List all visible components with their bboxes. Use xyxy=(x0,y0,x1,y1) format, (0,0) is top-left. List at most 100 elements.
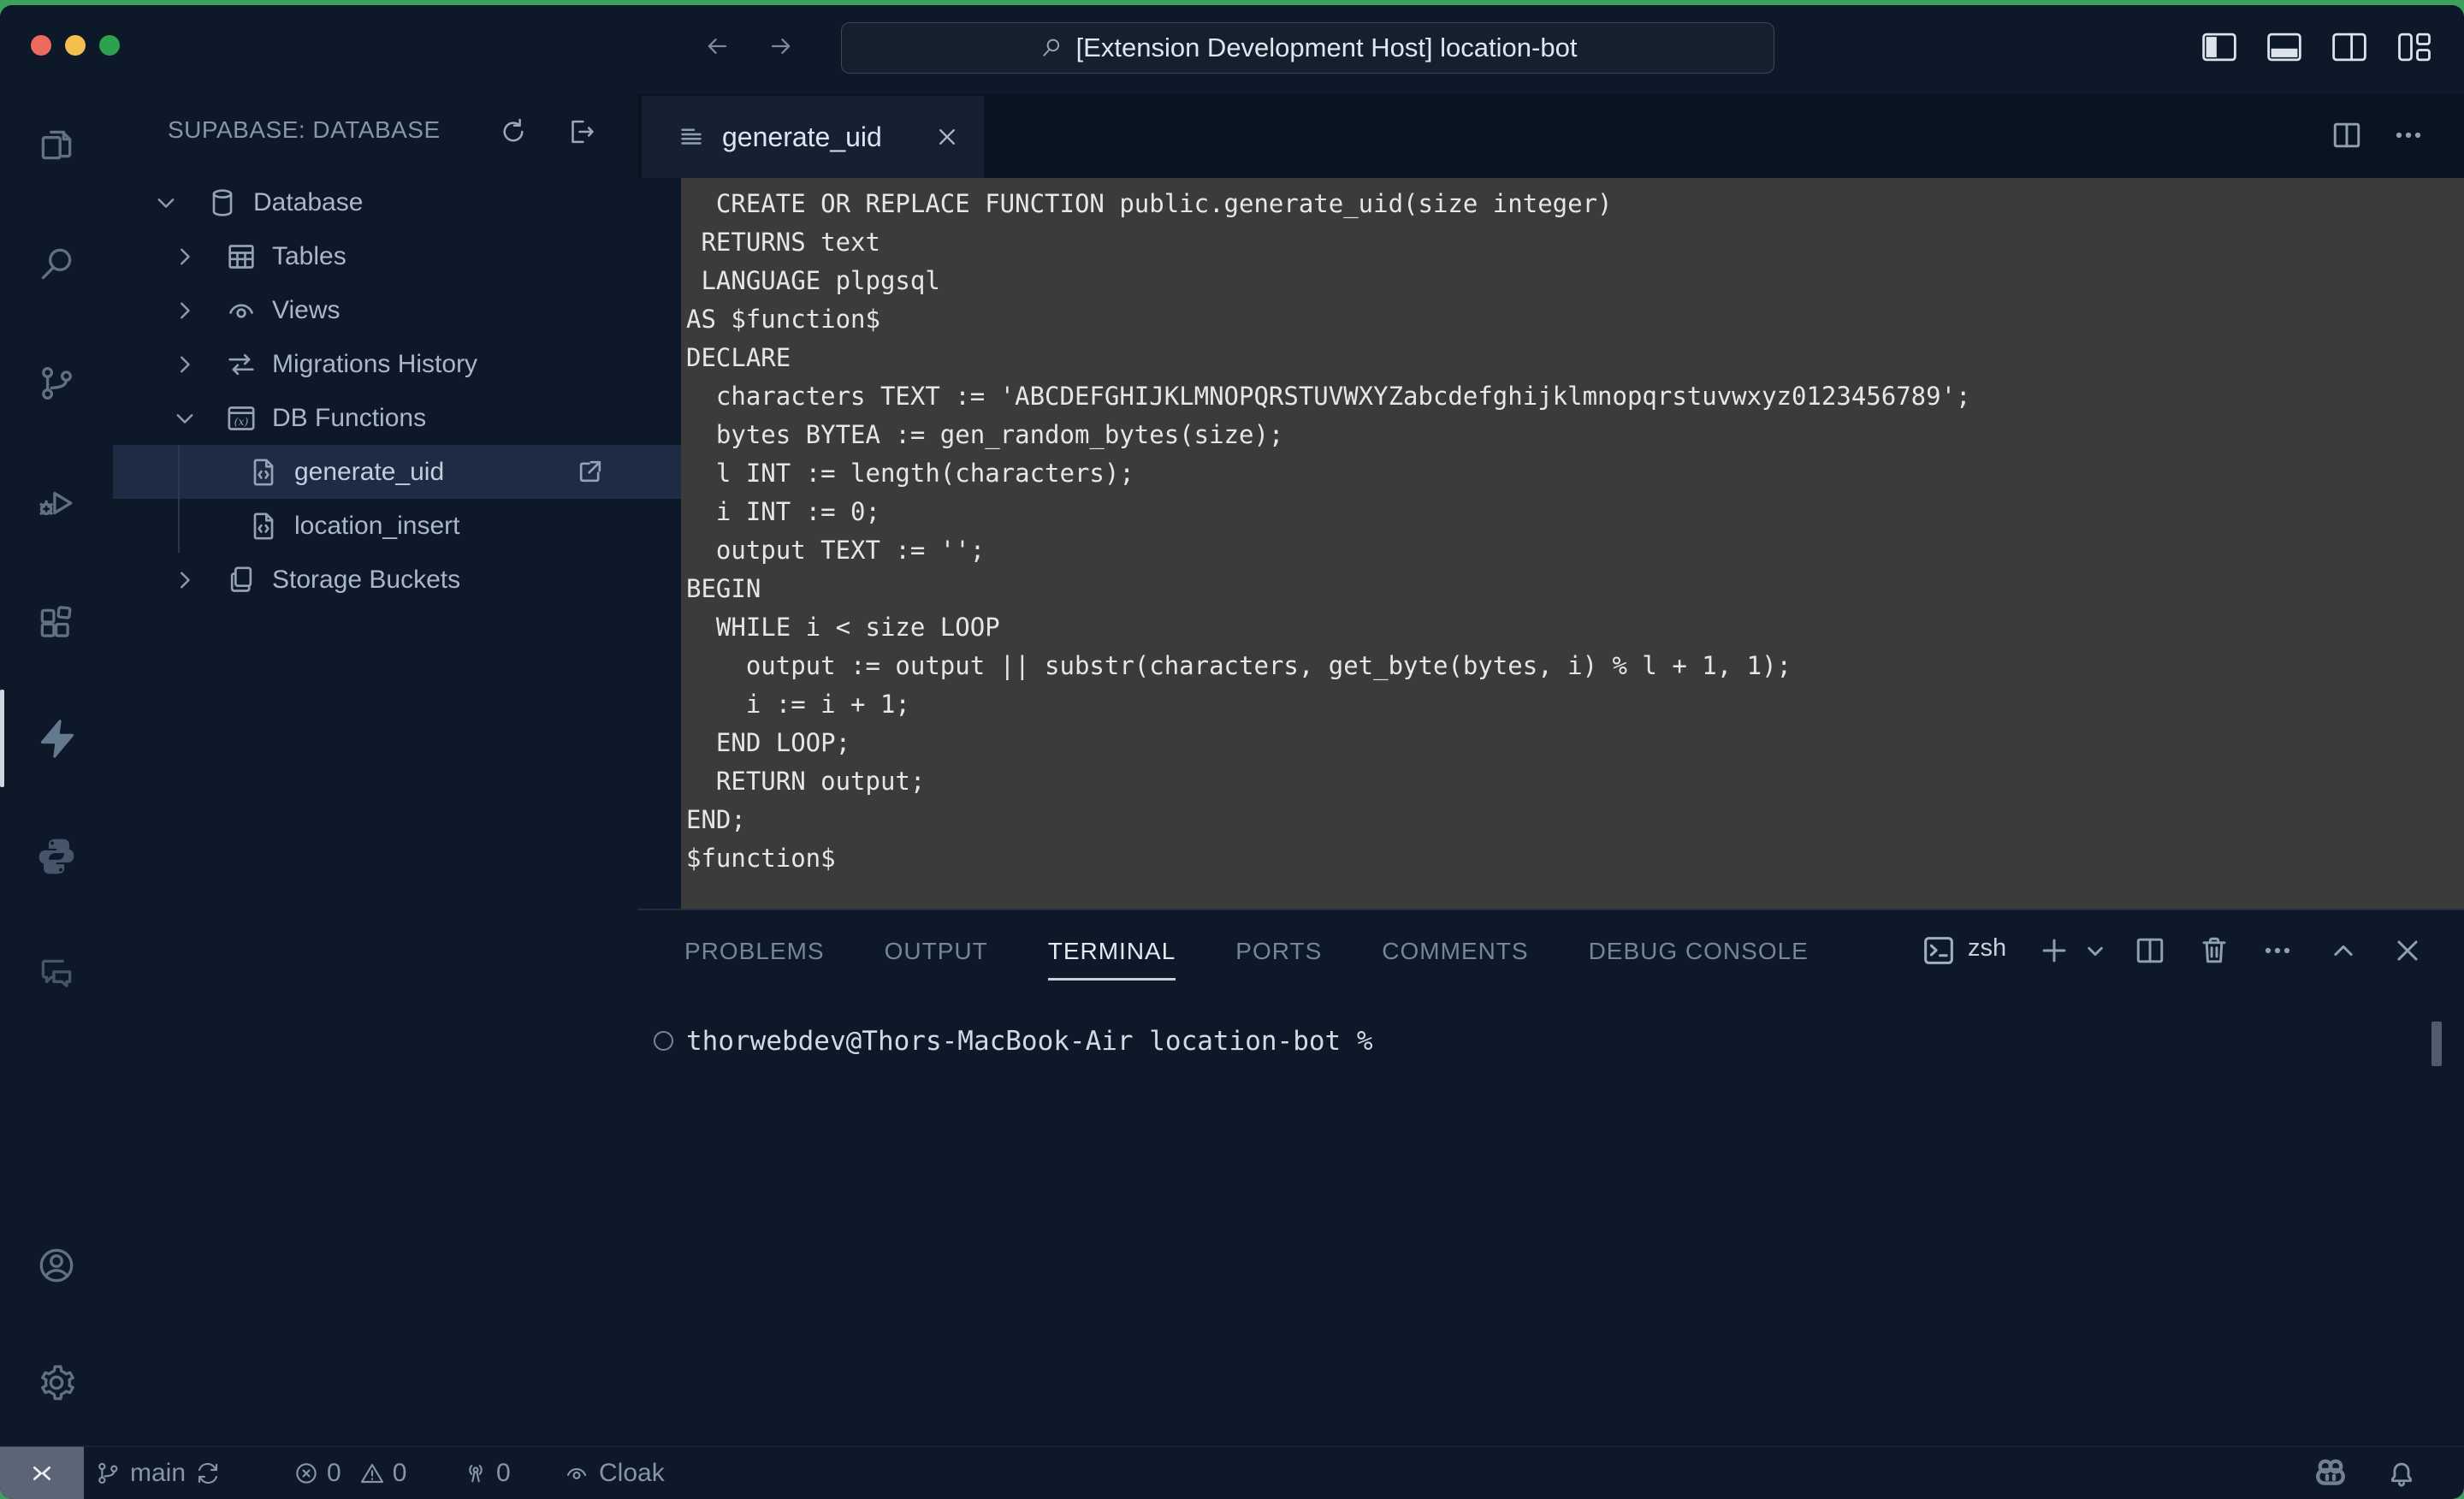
sidebar-item-source-control[interactable] xyxy=(0,332,113,435)
broadcast-icon xyxy=(462,1460,489,1487)
command-center[interactable]: [Extension Development Host] location-bo… xyxy=(841,22,1774,74)
close-panel-button[interactable] xyxy=(2389,932,2426,969)
navigate-back-button[interactable] xyxy=(696,26,737,67)
sidebar-item-extensions[interactable] xyxy=(0,571,113,673)
remote-indicator[interactable] xyxy=(0,1447,84,1499)
chevron-right-icon xyxy=(169,349,200,380)
svg-text:(x): (x) xyxy=(234,415,249,428)
toggle-secondary-sidebar-button[interactable] xyxy=(2329,27,2370,67)
split-terminal-button[interactable] xyxy=(2131,932,2169,969)
editor-tab-generate-uid[interactable]: generate_uid xyxy=(642,96,984,178)
toggle-primary-sidebar-button[interactable] xyxy=(2199,27,2240,67)
arrow-left-icon xyxy=(702,32,732,61)
gear-icon xyxy=(35,1361,78,1404)
sidebar-item-explorer[interactable] xyxy=(0,93,113,196)
code-editor[interactable]: CREATE OR REPLACE FUNCTION public.genera… xyxy=(681,178,2464,909)
sidebar-item-search[interactable] xyxy=(0,213,113,316)
layout-sidebar-left-icon xyxy=(2201,32,2237,62)
plus-icon xyxy=(2035,932,2073,969)
close-window-button[interactable] xyxy=(31,35,51,56)
ports-status-item[interactable]: 0 xyxy=(462,1447,511,1499)
files-icon xyxy=(35,123,78,166)
terminal-prompt[interactable]: thorwebdev@Thors-MacBook-Air location-bo… xyxy=(686,1025,1373,1058)
cloak-status-item[interactable]: Cloak xyxy=(563,1447,665,1499)
terminal-command-decoration xyxy=(654,1031,673,1051)
sidebar-item-accounts[interactable] xyxy=(0,1214,113,1317)
code-line: END LOOP; xyxy=(686,724,2464,762)
minimize-window-button[interactable] xyxy=(65,35,86,56)
editor-tab-label: generate_uid xyxy=(722,121,882,153)
sync-icon xyxy=(194,1460,222,1487)
sidebar-item-comments[interactable] xyxy=(0,923,113,1026)
migrations-arrows-icon xyxy=(224,347,258,382)
sign-out-button[interactable] xyxy=(562,113,600,151)
ellipsis-icon xyxy=(2390,116,2427,154)
status-bar: main 0 0 0 Cloak xyxy=(0,1446,2464,1499)
customize-layout-icon xyxy=(2396,32,2432,62)
tree-item-migrations-history[interactable]: Migrations History xyxy=(113,337,694,391)
code-line: WHILE i < size LOOP xyxy=(686,608,2464,647)
zoom-window-button[interactable] xyxy=(99,35,120,56)
panel-tab-output[interactable]: OUTPUT xyxy=(885,909,988,994)
maximize-panel-button[interactable] xyxy=(2325,932,2362,969)
copilot-status-item[interactable] xyxy=(2310,1447,2351,1499)
panel-tab-comments[interactable]: COMMENTS xyxy=(1382,909,1528,994)
code-line: bytes BYTEA := gen_random_bytes(size); xyxy=(686,416,2464,454)
list-file-icon xyxy=(676,121,707,152)
kill-terminal-button[interactable] xyxy=(2195,932,2233,969)
toggle-panel-button[interactable] xyxy=(2264,27,2305,67)
split-editor-button[interactable] xyxy=(2328,116,2366,154)
navigate-forward-button[interactable] xyxy=(761,26,802,67)
sign-out-icon xyxy=(565,116,597,148)
vscode-window: [Extension Development Host] location-bo… xyxy=(0,5,2464,1499)
sidebar-item-run-debug[interactable] xyxy=(0,452,113,554)
tree-item-label: location_insert xyxy=(294,512,459,541)
panel-tabs: PROBLEMS OUTPUT TERMINAL PORTS COMMENTS … xyxy=(684,909,1809,994)
tree-item-label: Tables xyxy=(272,242,346,271)
tree-item-generate-uid[interactable]: generate_uid xyxy=(113,445,771,499)
panel-tab-ports[interactable]: PORTS xyxy=(1235,909,1322,994)
open-external-button[interactable] xyxy=(573,454,607,489)
customize-layout-button[interactable] xyxy=(2394,27,2435,67)
tree-item-label: Storage Buckets xyxy=(272,566,460,595)
code-line: AS $function$ xyxy=(686,300,2464,339)
terminal-scrollbar[interactable] xyxy=(2431,1022,2442,1066)
notifications-status-item[interactable] xyxy=(2384,1447,2420,1499)
branch-name: main xyxy=(130,1459,186,1488)
editor-more-actions-button[interactable] xyxy=(2390,116,2427,154)
shell-indicator[interactable] xyxy=(1919,931,1958,970)
sidebar-item-python[interactable] xyxy=(0,805,113,908)
warning-count: 0 xyxy=(393,1459,407,1488)
tree-item-db-functions[interactable]: (x) DB Functions xyxy=(113,391,694,445)
terminal-profile-dropdown[interactable] xyxy=(2076,932,2114,969)
branch-status-item[interactable]: main xyxy=(94,1447,222,1499)
refresh-button[interactable] xyxy=(495,113,532,151)
panel-tab-problems[interactable]: PROBLEMS xyxy=(684,909,825,994)
new-terminal-button[interactable] xyxy=(2035,932,2073,969)
code-line: BEGIN xyxy=(686,570,2464,608)
split-terminal-icon xyxy=(2131,932,2169,969)
panel-tab-debug-console[interactable]: DEBUG CONSOLE xyxy=(1589,909,1809,994)
bell-icon xyxy=(2384,1455,2420,1491)
tree-item-location-insert[interactable]: location_insert xyxy=(113,499,771,553)
panel-more-actions-button[interactable] xyxy=(2259,932,2296,969)
sidebar-item-settings[interactable] xyxy=(0,1331,113,1434)
sidebar-item-supabase[interactable] xyxy=(0,687,113,790)
layout-sidebar-right-icon xyxy=(2331,32,2367,62)
chevron-right-icon xyxy=(169,565,200,595)
tree-indent-guide xyxy=(178,445,180,553)
tree-item-database[interactable]: Database xyxy=(113,175,675,229)
terminal-icon xyxy=(1919,931,1958,970)
warning-icon xyxy=(358,1460,386,1487)
source-control-icon xyxy=(35,362,78,405)
error-count: 0 xyxy=(327,1459,341,1488)
close-icon[interactable] xyxy=(933,122,962,151)
tree-item-views[interactable]: Views xyxy=(113,283,694,337)
tree-item-tables[interactable]: Tables xyxy=(113,229,694,283)
code-line: $function$ xyxy=(686,839,2464,878)
panel-tab-terminal[interactable]: TERMINAL xyxy=(1048,909,1176,994)
tree-item-storage-buckets[interactable]: Storage Buckets xyxy=(113,553,694,607)
eye-icon xyxy=(563,1460,590,1487)
shell-label[interactable]: zsh xyxy=(1968,934,2006,963)
problems-status-item[interactable]: 0 0 xyxy=(293,1447,406,1499)
